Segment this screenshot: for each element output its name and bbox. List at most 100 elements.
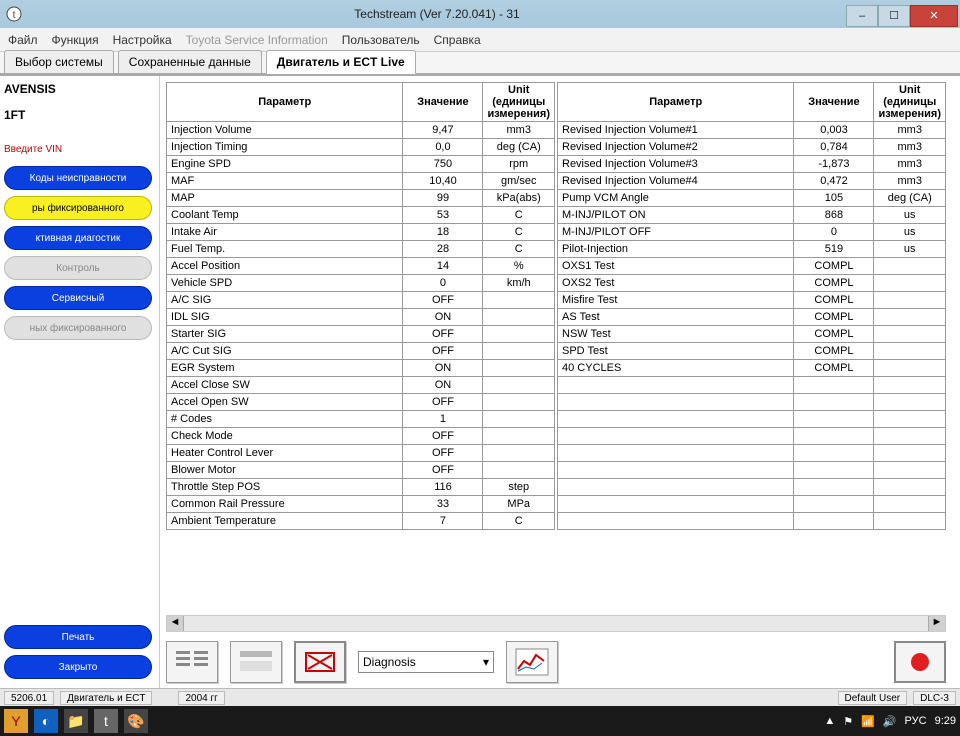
table-row[interactable] <box>558 428 946 445</box>
table-row[interactable]: AS TestCOMPL <box>558 309 946 326</box>
mode-dropdown[interactable]: Diagnosis ▾ <box>358 651 494 673</box>
table-row[interactable]: Revised Injection Volume#10,003mm3 <box>558 122 946 139</box>
view-list-button[interactable] <box>166 641 218 683</box>
active-diagnostic-button[interactable]: ктивная диагостик <box>4 226 152 250</box>
table-row[interactable]: Pump VCM Angle105deg (CA) <box>558 190 946 207</box>
table-row[interactable]: M-INJ/PILOT OFF0us <box>558 224 946 241</box>
menu-help[interactable]: Справка <box>434 33 481 47</box>
table-row[interactable]: Pilot-Injection519us <box>558 241 946 258</box>
table-row[interactable]: 40 CYCLESCOMPL <box>558 360 946 377</box>
menu-tsi[interactable]: Toyota Service Information <box>186 33 328 47</box>
tray-flag-icon[interactable]: ⚑ <box>843 715 853 728</box>
cell-unit <box>874 428 946 445</box>
table-row[interactable] <box>558 394 946 411</box>
close-button[interactable]: ✕ <box>910 5 958 27</box>
taskbar-techstream[interactable]: t <box>94 709 118 733</box>
scroll-left-icon[interactable]: ◄ <box>167 616 184 631</box>
tab-engine-ect-live[interactable]: Двигатель и ECT Live <box>266 50 416 74</box>
taskbar-app-1[interactable]: Y <box>4 709 28 733</box>
table-row[interactable]: Intake Air18C <box>167 224 555 241</box>
view-gauge-button[interactable] <box>294 641 346 683</box>
table-row[interactable]: Fuel Temp.28C <box>167 241 555 258</box>
tab-saved-data[interactable]: Сохраненные данные <box>118 50 262 73</box>
table-row[interactable]: EGR SystemON <box>167 360 555 377</box>
col-param[interactable]: Параметр <box>558 83 794 122</box>
maximize-button[interactable]: ☐ <box>878 5 910 27</box>
col-unit[interactable]: Unit (единицы измерения) <box>874 83 946 122</box>
freeze-frame-button[interactable]: ры фиксированного <box>4 196 152 220</box>
table-row[interactable]: OXS2 TestCOMPL <box>558 275 946 292</box>
table-row[interactable]: Misfire TestCOMPL <box>558 292 946 309</box>
table-row[interactable] <box>558 513 946 530</box>
col-unit[interactable]: Unit (единицы измерения) <box>483 83 555 122</box>
tab-system-select[interactable]: Выбор системы <box>4 50 114 73</box>
col-param[interactable]: Параметр <box>167 83 403 122</box>
table-row[interactable]: Throttle Step POS116step <box>167 479 555 496</box>
cell-unit <box>874 275 946 292</box>
table-row[interactable]: Accel Position14% <box>167 258 555 275</box>
table-row[interactable] <box>558 496 946 513</box>
table-row[interactable]: A/C SIGOFF <box>167 292 555 309</box>
table-row[interactable]: Engine SPD750rpm <box>167 156 555 173</box>
table-row[interactable]: Common Rail Pressure33MPa <box>167 496 555 513</box>
cell-value: 519 <box>794 241 874 258</box>
cell-value <box>794 394 874 411</box>
table-row[interactable]: Revised Injection Volume#3-1,873mm3 <box>558 156 946 173</box>
table-row[interactable] <box>558 411 946 428</box>
table-row[interactable]: # Codes1 <box>167 411 555 428</box>
table-row[interactable]: IDL SIGON <box>167 309 555 326</box>
minimize-button[interactable]: – <box>846 5 878 27</box>
parameter-table-left: Параметр Значение Unit (единицы измерени… <box>166 82 555 530</box>
table-row[interactable]: Heater Control LeverOFF <box>167 445 555 462</box>
taskbar-app-2[interactable]: ◐ <box>34 709 58 733</box>
tray-lang[interactable]: РУС <box>905 715 927 727</box>
table-row[interactable]: M-INJ/PILOT ON868us <box>558 207 946 224</box>
horizontal-scrollbar[interactable]: ◄ ► <box>166 615 946 632</box>
close-panel-button[interactable]: Закрыто <box>4 655 152 679</box>
table-row[interactable] <box>558 462 946 479</box>
scroll-right-icon[interactable]: ► <box>928 616 945 631</box>
print-button[interactable]: Печать <box>4 625 152 649</box>
view-graph-button[interactable] <box>506 641 558 683</box>
table-row[interactable]: OXS1 TestCOMPL <box>558 258 946 275</box>
tray-volume-icon[interactable]: 🔊 <box>883 715 897 728</box>
menu-file[interactable]: Файл <box>8 33 38 47</box>
table-row[interactable]: Starter SIGOFF <box>167 326 555 343</box>
taskbar-app-3[interactable]: 📁 <box>64 709 88 733</box>
table-row[interactable]: Injection Timing0,0deg (CA) <box>167 139 555 156</box>
menu-user[interactable]: Пользователь <box>342 33 420 47</box>
table-row[interactable]: Ambient Temperature7C <box>167 513 555 530</box>
table-row[interactable] <box>558 479 946 496</box>
table-row[interactable]: Accel Open SWOFF <box>167 394 555 411</box>
table-row[interactable]: SPD TestCOMPL <box>558 343 946 360</box>
service-button[interactable]: Сервисный <box>4 286 152 310</box>
chevron-down-icon: ▾ <box>483 655 489 669</box>
table-row[interactable] <box>558 445 946 462</box>
view-detail-button[interactable] <box>230 641 282 683</box>
table-row[interactable]: Coolant Temp53C <box>167 207 555 224</box>
table-row[interactable]: Accel Close SWON <box>167 377 555 394</box>
tray-time[interactable]: 9:29 <box>935 715 956 727</box>
table-row[interactable]: Revised Injection Volume#20,784mm3 <box>558 139 946 156</box>
col-value[interactable]: Значение <box>403 83 483 122</box>
table-row[interactable]: Blower MotorOFF <box>167 462 555 479</box>
table-row[interactable]: MAP99kPa(abs) <box>167 190 555 207</box>
dtc-codes-button[interactable]: Коды неисправности <box>4 166 152 190</box>
table-row[interactable]: Vehicle SPD0km/h <box>167 275 555 292</box>
table-row[interactable]: A/C Cut SIGOFF <box>167 343 555 360</box>
table-row[interactable]: MAF10,40gm/sec <box>167 173 555 190</box>
table-row[interactable]: Check ModeOFF <box>167 428 555 445</box>
table-row[interactable]: NSW TestCOMPL <box>558 326 946 343</box>
table-row[interactable]: Revised Injection Volume#40,472mm3 <box>558 173 946 190</box>
vin-entry-link[interactable]: Введите VIN <box>4 144 155 155</box>
menu-function[interactable]: Функция <box>52 33 99 47</box>
menu-settings[interactable]: Настройка <box>113 33 172 47</box>
record-button[interactable] <box>894 641 946 683</box>
taskbar-app-5[interactable]: 🎨 <box>124 709 148 733</box>
table-row[interactable]: Injection Volume9,47mm3 <box>167 122 555 139</box>
tray-network-icon[interactable]: 📶 <box>861 715 875 728</box>
tray-up-icon[interactable]: ▲ <box>824 715 835 727</box>
col-value[interactable]: Значение <box>794 83 874 122</box>
table-row[interactable] <box>558 377 946 394</box>
cell-unit <box>483 394 555 411</box>
